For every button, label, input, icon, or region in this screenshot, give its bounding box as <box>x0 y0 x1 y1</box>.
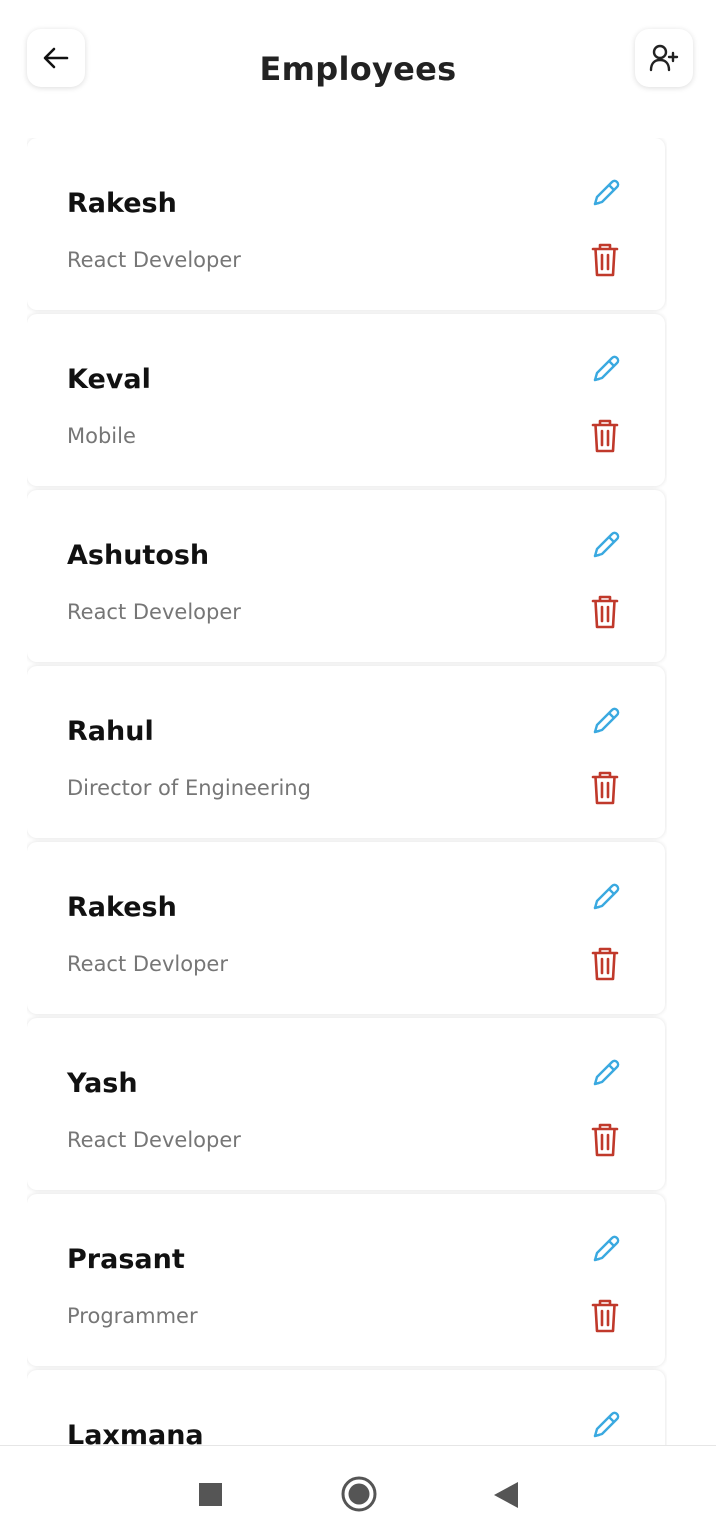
employee-card[interactable]: Rakesh React Developer <box>27 138 665 310</box>
trash-icon[interactable] <box>591 594 619 630</box>
home-circle-icon[interactable] <box>341 1476 377 1512</box>
pencil-icon[interactable] <box>590 1233 622 1265</box>
employee-name: Rahul <box>67 716 154 747</box>
employee-role: React Devloper <box>67 952 228 976</box>
pencil-icon[interactable] <box>590 529 622 561</box>
trash-icon[interactable] <box>591 418 619 454</box>
employee-card[interactable]: Keval Mobile <box>27 314 665 486</box>
employee-role: Programmer <box>67 1304 198 1328</box>
employee-role: Mobile <box>67 424 136 448</box>
pencil-icon[interactable] <box>590 1409 622 1441</box>
employee-role: React Developer <box>67 1128 241 1152</box>
employee-name: Rakesh <box>67 892 177 923</box>
pencil-icon[interactable] <box>590 705 622 737</box>
trash-icon[interactable] <box>591 770 619 806</box>
employee-card[interactable]: Yash React Developer <box>27 1018 665 1190</box>
employee-card[interactable]: Laxmana <box>27 1370 665 1445</box>
employee-role: React Developer <box>67 248 241 272</box>
back-triangle-icon[interactable] <box>494 1482 518 1508</box>
trash-icon[interactable] <box>591 1122 619 1158</box>
employee-name: Rakesh <box>67 188 177 219</box>
employee-role: React Developer <box>67 600 241 624</box>
trash-icon[interactable] <box>591 1298 619 1334</box>
employee-name: Prasant <box>67 1244 185 1275</box>
trash-icon[interactable] <box>591 946 619 982</box>
pencil-icon[interactable] <box>590 1057 622 1089</box>
employee-name: Yash <box>67 1068 138 1099</box>
pencil-icon[interactable] <box>590 881 622 913</box>
system-nav-bar <box>0 1445 716 1538</box>
page-title: Employees <box>259 50 457 88</box>
employee-card[interactable]: Rahul Director of Engineering <box>27 666 665 838</box>
employee-card[interactable]: Rakesh React Devloper <box>27 842 665 1014</box>
employee-list[interactable]: Rakesh React Developer Keval Mobile Ashu… <box>27 138 667 1445</box>
app-header: Employees <box>0 0 716 128</box>
trash-icon[interactable] <box>591 242 619 278</box>
employee-card[interactable]: Ashutosh React Developer <box>27 490 665 662</box>
recents-square-icon[interactable] <box>199 1483 222 1506</box>
user-plus-icon <box>649 44 679 72</box>
pencil-icon[interactable] <box>590 177 622 209</box>
pencil-icon[interactable] <box>590 353 622 385</box>
employee-card[interactable]: Prasant Programmer <box>27 1194 665 1366</box>
employee-role: Director of Engineering <box>67 776 311 800</box>
employee-name: Keval <box>67 364 151 395</box>
employee-name: Laxmana <box>67 1420 204 1445</box>
add-employee-button[interactable] <box>635 29 693 87</box>
employee-name: Ashutosh <box>67 540 210 571</box>
